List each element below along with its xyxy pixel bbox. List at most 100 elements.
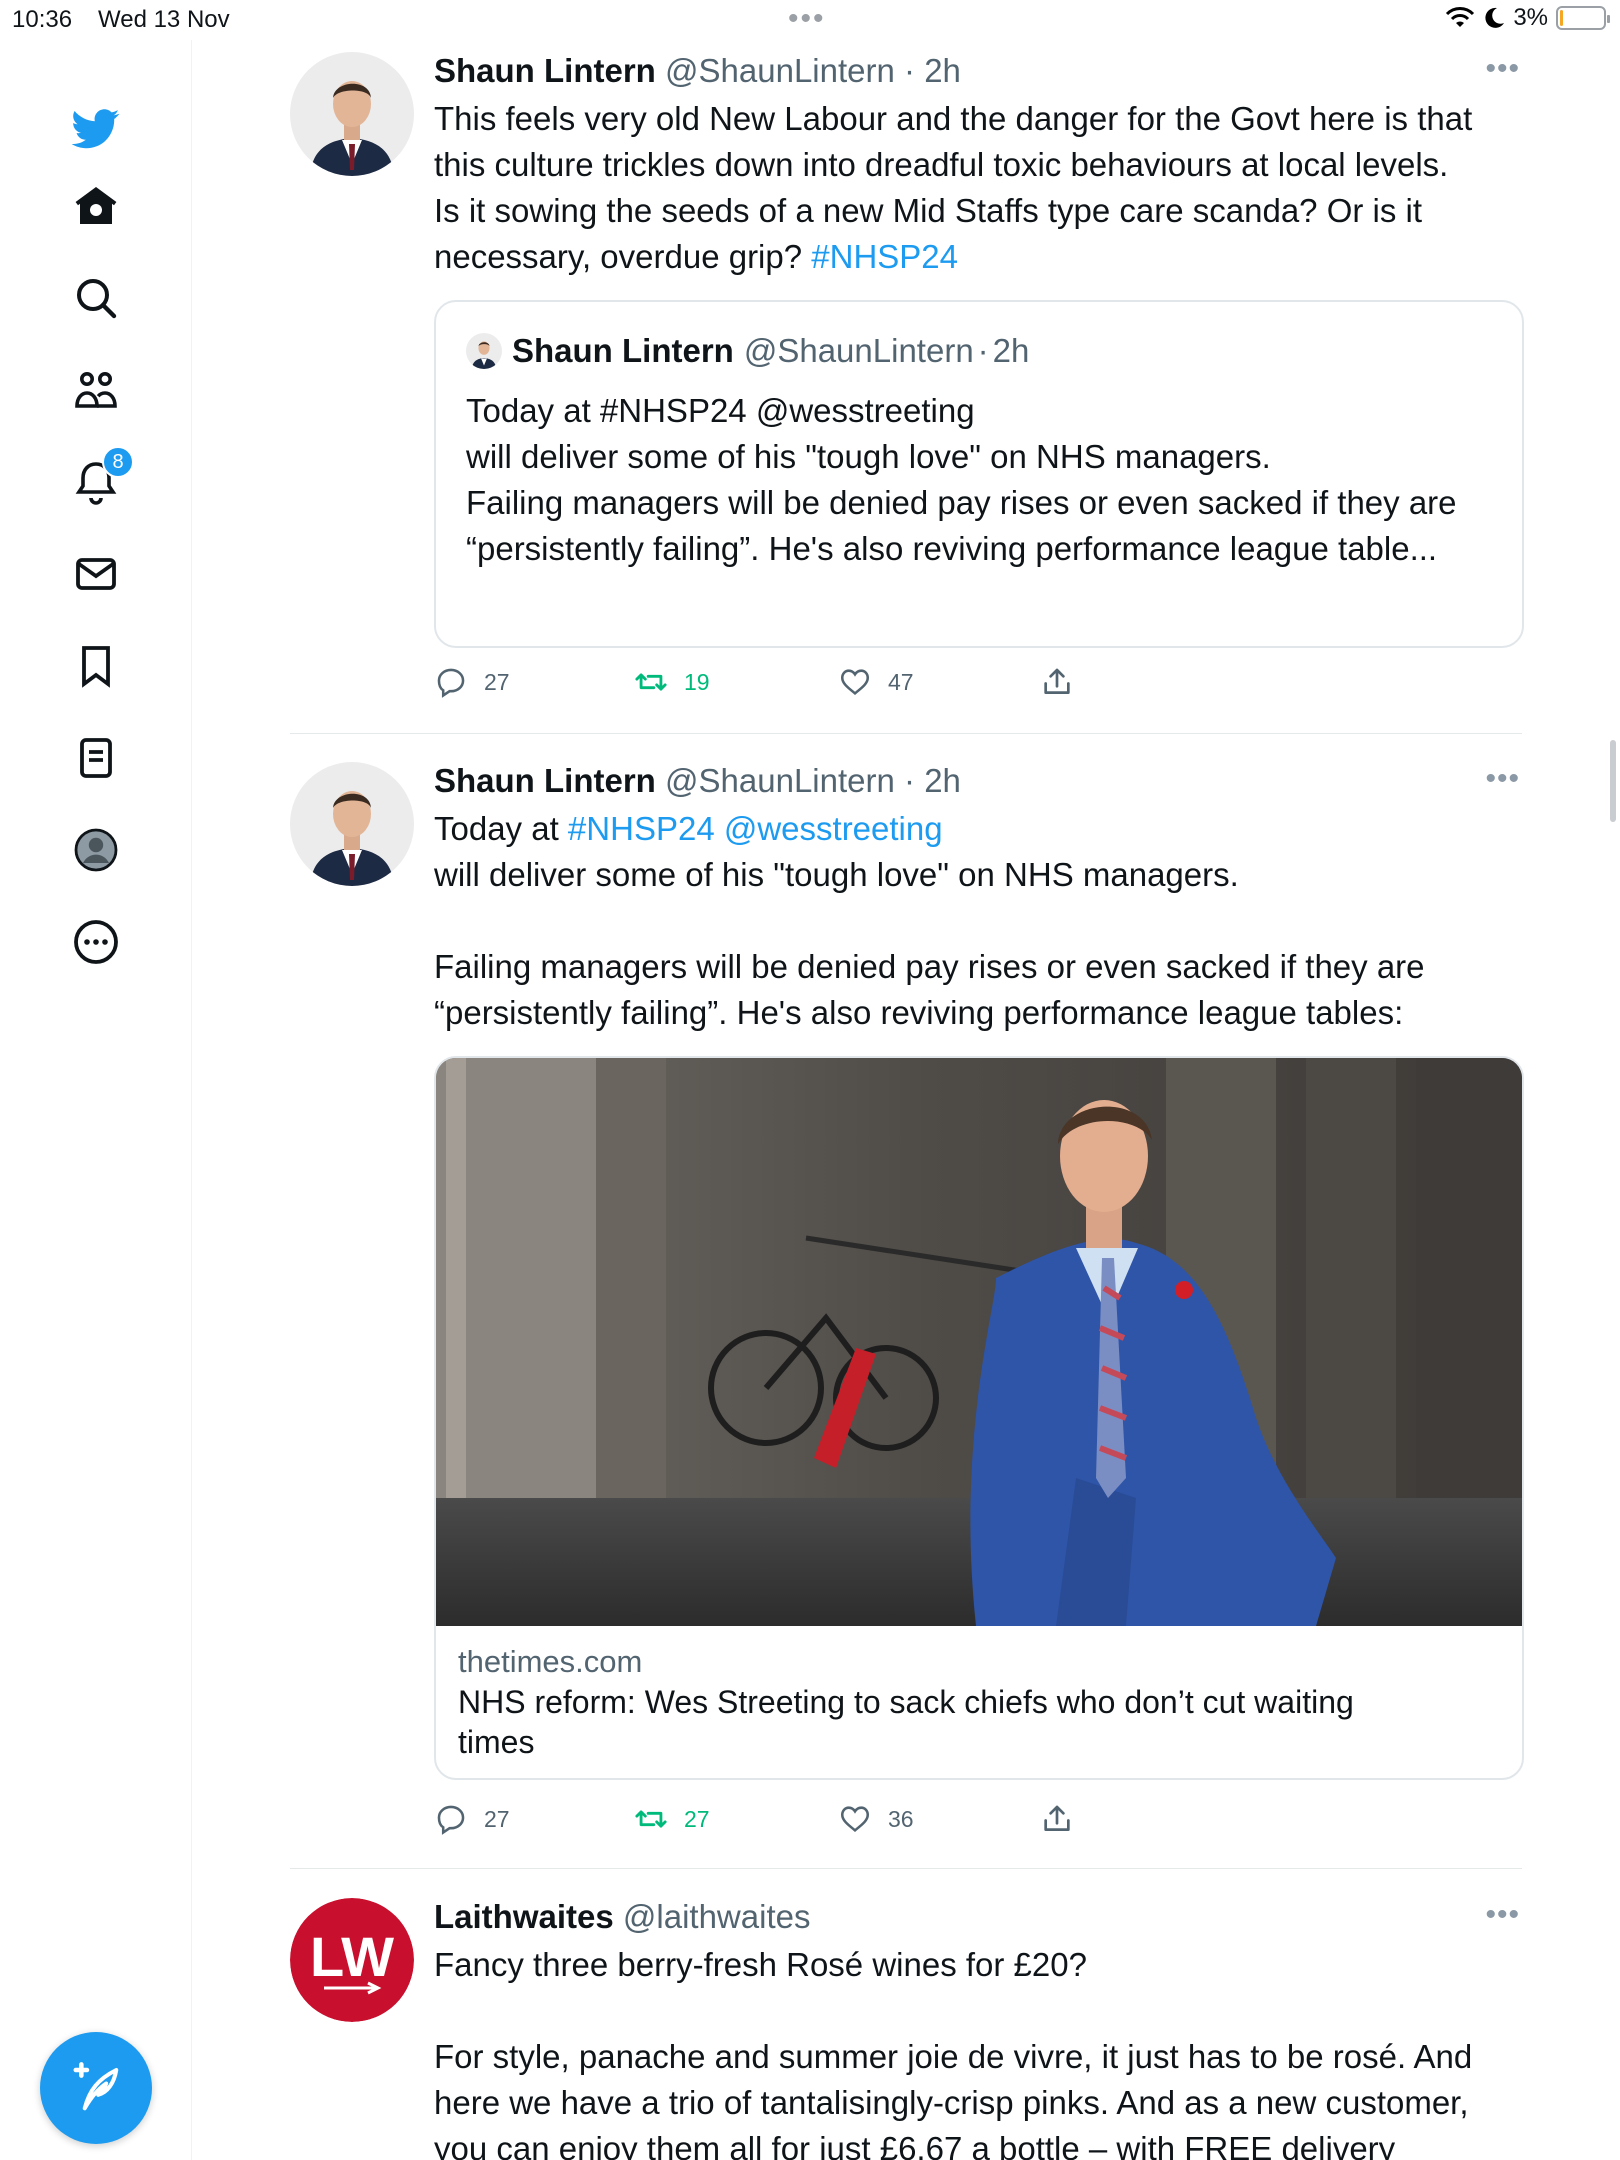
- tweet-text: Today at #NHSP24 @wesstreeting will deli…: [434, 806, 1522, 1036]
- link-card[interactable]: thetimes.com NHS reform: Wes Streeting t…: [434, 1056, 1524, 1780]
- tweet-time[interactable]: 2h: [924, 52, 961, 89]
- battery-icon: [1556, 6, 1610, 30]
- quoted-tweet[interactable]: Shaun Lintern @ShaunLintern · 2h Today at …: [434, 300, 1524, 648]
- link-card-title: NHS reform: Wes Streeting to sack chiefs…: [458, 1684, 1354, 1720]
- share-icon: [1044, 1805, 1070, 1831]
- link-card-image: [436, 1058, 1522, 1626]
- tweet-text-line: necessary, overdue grip? #NHSP24: [434, 234, 1522, 280]
- status-time: 10:36: [12, 6, 73, 33]
- reply-button[interactable]: 27: [434, 1802, 510, 1836]
- more-options-icon[interactable]: •••: [1485, 52, 1520, 86]
- tweet[interactable]: LW Laithwaites @laithwaites ••• Fancy th…: [290, 1898, 1522, 2160]
- tweet[interactable]: Shaun Lintern @ShaunLintern · 2h ••• Thi…: [290, 52, 1524, 698]
- link-card-domain: thetimes.com: [458, 1644, 643, 1679]
- tweet-actions: 27 19 47: [434, 665, 1234, 705]
- reply-button[interactable]: 27: [434, 665, 510, 699]
- heart-icon: [840, 669, 870, 695]
- like-count: 47: [888, 668, 914, 695]
- quoted-text-line: “persistently failing”. He's also revivi…: [466, 530, 1438, 567]
- tweet-text-line: you can enjoy them all for just £6.67 a …: [434, 2130, 1396, 2160]
- search-icon[interactable]: [58, 260, 134, 336]
- reply-count: 27: [484, 668, 510, 695]
- twitter-logo-icon[interactable]: [58, 90, 134, 166]
- separator-dot: ·: [977, 332, 989, 369]
- quoted-text-line: Today at #NHSP24 @wesstreeting: [466, 392, 975, 429]
- share-button[interactable]: [1040, 665, 1074, 699]
- more-icon[interactable]: [58, 904, 134, 980]
- quoted-avatar: [466, 333, 502, 369]
- retweet-button[interactable]: 27: [634, 1802, 710, 1836]
- quoted-tweet-time: 2h: [992, 332, 1030, 369]
- multitasking-dots-icon[interactable]: •••: [788, 2, 826, 36]
- tweet-text-line: For style, panache and summer joie de vi…: [434, 2038, 1473, 2075]
- tweet-time[interactable]: 2h: [924, 762, 961, 799]
- compose-tweet-button[interactable]: [40, 2032, 152, 2144]
- author-name[interactable]: Shaun Lintern: [434, 762, 656, 799]
- retweet-count: 19: [684, 668, 710, 695]
- battery-percent: 3%: [1513, 4, 1548, 31]
- share-icon: [1044, 668, 1070, 694]
- like-count: 36: [888, 1805, 914, 1832]
- sidebar-nav: 8: [0, 40, 192, 2160]
- moon-icon: [1485, 7, 1505, 28]
- profile-icon[interactable]: [58, 812, 134, 888]
- home-icon[interactable]: [58, 168, 134, 244]
- tweet-header: Laithwaites @laithwaites: [434, 1898, 1522, 1938]
- quoted-author-name: Shaun Lintern: [512, 332, 734, 369]
- like-button[interactable]: 36: [838, 1802, 914, 1836]
- scrollbar-thumb[interactable]: [1610, 740, 1616, 822]
- messages-icon[interactable]: [58, 536, 134, 612]
- wifi-icon: [1446, 7, 1475, 27]
- quoted-text-line: will deliver some of his "tough love" on…: [466, 438, 1271, 475]
- author-handle[interactable]: @ShaunLintern: [665, 52, 895, 89]
- tweet-text-line: will deliver some of his "tough love" on…: [434, 856, 1239, 893]
- hashtag-link[interactable]: #NHSP24: [811, 238, 958, 275]
- tweet-text: This feels very old New Labour and the d…: [434, 96, 1522, 280]
- tweet-text-line: Failing managers will be denied pay rise…: [434, 948, 1425, 985]
- status-indicators: 3%: [1445, 4, 1610, 32]
- laithwaites-logo-text: LW: [310, 1925, 394, 1988]
- notifications-badge: 8: [102, 446, 134, 478]
- quoted-text-line: Failing managers will be denied pay rise…: [466, 484, 1457, 521]
- retweet-icon: [635, 673, 667, 691]
- retweet-button[interactable]: 19: [634, 665, 710, 699]
- reply-icon: [437, 1805, 465, 1835]
- quoted-author-handle: @ShaunLintern: [743, 332, 974, 369]
- quoted-tweet-header: Shaun Lintern @ShaunLintern · 2h: [466, 332, 1029, 370]
- share-button[interactable]: [1040, 1802, 1074, 1836]
- link-card-title: times: [458, 1724, 535, 1760]
- tweet-text: Fancy three berry-fresh Rosé wines for £…: [434, 1942, 1522, 2160]
- tweet-header: Shaun Lintern @ShaunLintern · 2h: [434, 762, 1522, 802]
- lists-icon[interactable]: [58, 720, 134, 796]
- link-card-meta: thetimes.com NHS reform: Wes Streeting t…: [458, 1642, 1498, 1762]
- bookmarks-icon[interactable]: [58, 628, 134, 704]
- retweet-icon: [635, 1810, 667, 1828]
- tweet-text-line: Today at #NHSP24 @wesstreeting: [434, 806, 1522, 852]
- author-name[interactable]: Laithwaites: [434, 1898, 614, 1935]
- tweet-header: Shaun Lintern @ShaunLintern · 2h: [434, 52, 1522, 92]
- reply-count: 27: [484, 1805, 510, 1832]
- avatar[interactable]: [290, 52, 414, 176]
- like-button[interactable]: 47: [838, 665, 914, 699]
- more-options-icon[interactable]: •••: [1485, 1898, 1520, 1932]
- tweet-text-line: This feels very old New Labour and the d…: [434, 100, 1473, 137]
- compose-icon: [73, 2062, 119, 2111]
- tweet[interactable]: Shaun Lintern @ShaunLintern · 2h ••• Tod…: [290, 762, 1524, 1872]
- heart-icon: [840, 1806, 870, 1832]
- avatar[interactable]: LW: [290, 1898, 414, 2022]
- tweet-text-line: here we have a trio of tantalisingly-cri…: [434, 2084, 1469, 2121]
- tweet-text-line-part: necessary, overdue grip?: [434, 238, 803, 275]
- more-options-icon[interactable]: •••: [1485, 762, 1520, 796]
- avatar[interactable]: [290, 762, 414, 886]
- notifications-icon[interactable]: 8: [58, 444, 134, 520]
- author-name[interactable]: Shaun Lintern: [434, 52, 656, 89]
- communities-icon[interactable]: [58, 352, 134, 428]
- mention-link[interactable]: @wesstreeting: [724, 810, 943, 847]
- battery-level: [1560, 10, 1563, 26]
- tweet-divider: [290, 733, 1522, 734]
- hashtag-link[interactable]: #NHSP24: [568, 810, 715, 847]
- author-handle[interactable]: @ShaunLintern: [665, 762, 895, 799]
- tweet-divider: [290, 1868, 1522, 1869]
- tweet-text-line: “persistently failing”. He's also revivi…: [434, 994, 1404, 1031]
- author-handle[interactable]: @laithwaites: [623, 1898, 811, 1935]
